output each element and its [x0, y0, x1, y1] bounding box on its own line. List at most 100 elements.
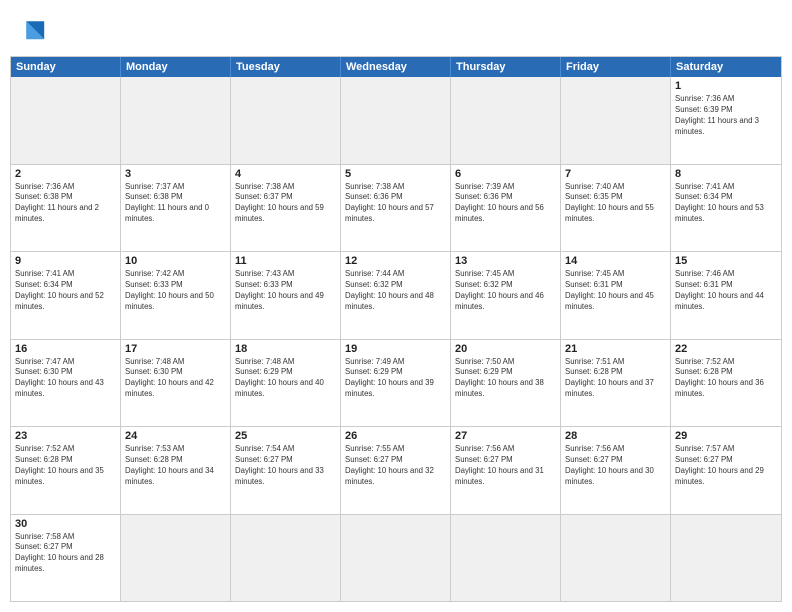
day-number: 13	[455, 255, 556, 267]
calendar-cell	[231, 515, 341, 602]
cell-info: Sunrise: 7:50 AM Sunset: 6:29 PM Dayligh…	[455, 357, 556, 401]
calendar-cell: 14 Sunrise: 7:45 AM Sunset: 6:31 PM Dayli…	[561, 252, 671, 339]
calendar-cell: 28 Sunrise: 7:56 AM Sunset: 6:27 PM Dayli…	[561, 427, 671, 514]
logo	[10, 10, 50, 50]
cell-info: Sunrise: 7:55 AM Sunset: 6:27 PM Dayligh…	[345, 444, 446, 488]
calendar-cell: 2Sunrise: 7:36 AM Sunset: 6:38 PM Daylig…	[11, 165, 121, 252]
calendar-cell: 22 Sunrise: 7:52 AM Sunset: 6:28 PM Dayli…	[671, 340, 781, 427]
calendar-cell: 21 Sunrise: 7:51 AM Sunset: 6:28 PM Dayli…	[561, 340, 671, 427]
cell-info: Sunrise: 7:56 AM Sunset: 6:27 PM Dayligh…	[455, 444, 556, 488]
calendar-cell	[11, 77, 121, 164]
calendar-cell: 3 Sunrise: 7:37 AM Sunset: 6:38 PM Daylig…	[121, 165, 231, 252]
cell-info: Sunrise: 7:47 AM Sunset: 6:30 PM Dayligh…	[15, 357, 116, 401]
cell-info: Sunrise: 7:57 AM Sunset: 6:27 PM Dayligh…	[675, 444, 777, 488]
cell-info: Sunrise: 7:36 AM Sunset: 6:39 PM Dayligh…	[675, 94, 777, 138]
day-header-wednesday: Wednesday	[341, 57, 451, 77]
day-number: 11	[235, 255, 336, 267]
calendar-cell: 12 Sunrise: 7:44 AM Sunset: 6:32 PM Dayli…	[341, 252, 451, 339]
day-number: 9	[15, 255, 116, 267]
day-number: 25	[235, 430, 336, 442]
cell-info: Sunrise: 7:51 AM Sunset: 6:28 PM Dayligh…	[565, 357, 666, 401]
calendar-cell	[121, 77, 231, 164]
day-header-monday: Monday	[121, 57, 231, 77]
calendar-cell	[341, 77, 451, 164]
calendar-cell	[341, 515, 451, 602]
cell-info: Sunrise: 7:39 AM Sunset: 6:36 PM Dayligh…	[455, 182, 556, 226]
day-header-sunday: Sunday	[11, 57, 121, 77]
day-number: 23	[15, 430, 116, 442]
calendar-cell: 16 Sunrise: 7:47 AM Sunset: 6:30 PM Dayli…	[11, 340, 121, 427]
day-number: 22	[675, 343, 777, 355]
day-number: 2	[15, 168, 116, 180]
cell-info: Sunrise: 7:45 AM Sunset: 6:31 PM Dayligh…	[565, 269, 666, 313]
calendar-cell: 6 Sunrise: 7:39 AM Sunset: 6:36 PM Daylig…	[451, 165, 561, 252]
cell-info: Sunrise: 7:48 AM Sunset: 6:29 PM Dayligh…	[235, 357, 336, 401]
day-headers: SundayMondayTuesdayWednesdayThursdayFrid…	[11, 57, 781, 77]
cell-info: Sunrise: 7:46 AM Sunset: 6:31 PM Dayligh…	[675, 269, 777, 313]
day-number: 27	[455, 430, 556, 442]
cell-info: Sunrise: 7:38 AM Sunset: 6:37 PM Dayligh…	[235, 182, 336, 226]
cell-info: Sunrise: 7:48 AM Sunset: 6:30 PM Dayligh…	[125, 357, 226, 401]
day-number: 20	[455, 343, 556, 355]
day-number: 14	[565, 255, 666, 267]
calendar-cell: 18 Sunrise: 7:48 AM Sunset: 6:29 PM Dayli…	[231, 340, 341, 427]
calendar-row: 9 Sunrise: 7:41 AM Sunset: 6:34 PM Daylig…	[11, 252, 781, 340]
day-number: 19	[345, 343, 446, 355]
cell-info: Sunrise: 7:56 AM Sunset: 6:27 PM Dayligh…	[565, 444, 666, 488]
cell-info: Sunrise: 7:58 AM Sunset: 6:27 PM Dayligh…	[15, 532, 116, 576]
calendar-body: 1 Sunrise: 7:36 AM Sunset: 6:39 PM Daylig…	[11, 77, 781, 601]
calendar-cell: 19 Sunrise: 7:49 AM Sunset: 6:29 PM Dayli…	[341, 340, 451, 427]
cell-info: Sunrise: 7:38 AM Sunset: 6:36 PM Dayligh…	[345, 182, 446, 226]
calendar: SundayMondayTuesdayWednesdayThursdayFrid…	[10, 56, 782, 602]
calendar-cell: 4 Sunrise: 7:38 AM Sunset: 6:37 PM Daylig…	[231, 165, 341, 252]
calendar-cell: 15 Sunrise: 7:46 AM Sunset: 6:31 PM Dayli…	[671, 252, 781, 339]
cell-info: Sunrise: 7:53 AM Sunset: 6:28 PM Dayligh…	[125, 444, 226, 488]
calendar-cell: 13 Sunrise: 7:45 AM Sunset: 6:32 PM Dayli…	[451, 252, 561, 339]
calendar-row: 30 Sunrise: 7:58 AM Sunset: 6:27 PM Dayli…	[11, 515, 781, 602]
day-number: 26	[345, 430, 446, 442]
calendar-cell	[561, 515, 671, 602]
day-number: 30	[15, 518, 116, 530]
calendar-cell: 1 Sunrise: 7:36 AM Sunset: 6:39 PM Daylig…	[671, 77, 781, 164]
logo-icon	[10, 14, 46, 50]
calendar-row: 23 Sunrise: 7:52 AM Sunset: 6:28 PM Dayli…	[11, 427, 781, 515]
day-number: 7	[565, 168, 666, 180]
day-number: 1	[675, 80, 777, 92]
cell-info: Sunrise: 7:49 AM Sunset: 6:29 PM Dayligh…	[345, 357, 446, 401]
calendar-cell	[561, 77, 671, 164]
calendar-cell: 24Sunrise: 7:53 AM Sunset: 6:28 PM Dayli…	[121, 427, 231, 514]
day-header-saturday: Saturday	[671, 57, 781, 77]
cell-info: Sunrise: 7:54 AM Sunset: 6:27 PM Dayligh…	[235, 444, 336, 488]
calendar-cell: 30 Sunrise: 7:58 AM Sunset: 6:27 PM Dayli…	[11, 515, 121, 602]
day-number: 12	[345, 255, 446, 267]
cell-info: Sunrise: 7:41 AM Sunset: 6:34 PM Dayligh…	[15, 269, 116, 313]
calendar-cell	[671, 515, 781, 602]
day-number: 15	[675, 255, 777, 267]
calendar-cell: 25 Sunrise: 7:54 AM Sunset: 6:27 PM Dayli…	[231, 427, 341, 514]
calendar-cell	[231, 77, 341, 164]
calendar-cell: 11Sunrise: 7:43 AM Sunset: 6:33 PM Dayli…	[231, 252, 341, 339]
cell-info: Sunrise: 7:52 AM Sunset: 6:28 PM Dayligh…	[15, 444, 116, 488]
day-header-friday: Friday	[561, 57, 671, 77]
day-number: 17	[125, 343, 226, 355]
day-number: 6	[455, 168, 556, 180]
cell-info: Sunrise: 7:52 AM Sunset: 6:28 PM Dayligh…	[675, 357, 777, 401]
calendar-cell: 9 Sunrise: 7:41 AM Sunset: 6:34 PM Daylig…	[11, 252, 121, 339]
calendar-cell: 20 Sunrise: 7:50 AM Sunset: 6:29 PM Dayli…	[451, 340, 561, 427]
day-number: 28	[565, 430, 666, 442]
day-number: 16	[15, 343, 116, 355]
day-number: 3	[125, 168, 226, 180]
cell-info: Sunrise: 7:37 AM Sunset: 6:38 PM Dayligh…	[125, 182, 226, 226]
calendar-cell: 26 Sunrise: 7:55 AM Sunset: 6:27 PM Dayli…	[341, 427, 451, 514]
calendar-cell	[121, 515, 231, 602]
calendar-row: 1 Sunrise: 7:36 AM Sunset: 6:39 PM Daylig…	[11, 77, 781, 165]
cell-info: Sunrise: 7:42 AM Sunset: 6:33 PM Dayligh…	[125, 269, 226, 313]
day-number: 4	[235, 168, 336, 180]
day-number: 18	[235, 343, 336, 355]
cell-info: Sunrise: 7:45 AM Sunset: 6:32 PM Dayligh…	[455, 269, 556, 313]
cell-info: Sunrise: 7:44 AM Sunset: 6:32 PM Dayligh…	[345, 269, 446, 313]
day-number: 21	[565, 343, 666, 355]
calendar-cell: 27 Sunrise: 7:56 AM Sunset: 6:27 PM Dayli…	[451, 427, 561, 514]
day-number: 29	[675, 430, 777, 442]
calendar-cell: 10Sunrise: 7:42 AM Sunset: 6:33 PM Dayli…	[121, 252, 231, 339]
